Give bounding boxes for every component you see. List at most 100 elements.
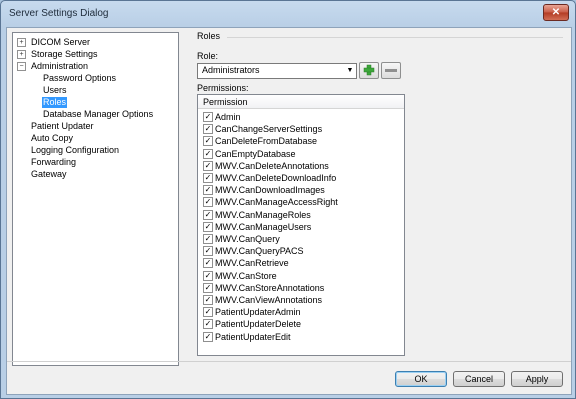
permission-row[interactable]: ✓ MWV.CanViewAnnotations	[198, 294, 404, 306]
cancel-button[interactable]: Cancel	[453, 371, 505, 387]
permission-name: MWV.CanStoreAnnotations	[215, 282, 325, 293]
tree-item-label: Patient Updater	[31, 121, 94, 131]
permission-checkbox[interactable]: ✓	[203, 234, 213, 244]
permission-row[interactable]: ✓ MWV.CanDownloadImages	[198, 184, 404, 196]
permissions-label: Permissions:	[197, 83, 249, 93]
permission-row[interactable]: ✓ MWV.CanManageAccessRight	[198, 196, 404, 208]
permission-row[interactable]: ✓ CanDeleteFromDatabase	[198, 135, 404, 147]
permission-row[interactable]: ✓ MWV.CanStore	[198, 270, 404, 282]
tree-item-dicom-server[interactable]: + DICOM Server	[13, 37, 173, 48]
permission-checkbox[interactable]: ✓	[203, 160, 213, 171]
expand-icon[interactable]: +	[17, 50, 26, 59]
permission-name: MWV.CanManageAccessRight	[215, 197, 338, 208]
permission-row[interactable]: ✓ CanChangeServerSettings	[198, 123, 404, 135]
permission-row[interactable]: ✓ MWV.CanStoreAnnotations	[198, 282, 404, 294]
ok-button[interactable]: OK	[395, 371, 447, 387]
tree-item-patient-updater[interactable]: Patient Updater	[13, 121, 173, 132]
tree-item-logging-configuration[interactable]: Logging Configuration	[13, 145, 173, 156]
permission-row[interactable]: ✓ MWV.CanQuery	[198, 233, 404, 245]
permission-checkbox[interactable]: ✓	[203, 209, 213, 220]
permission-checkbox[interactable]: ✓	[203, 258, 213, 269]
permission-name: CanDeleteFromDatabase	[215, 136, 318, 147]
permission-name: CanChangeServerSettings	[215, 124, 323, 135]
permission-row[interactable]: ✓ MWV.CanManageRoles	[198, 209, 404, 221]
footer-divider	[7, 361, 571, 362]
permission-name: MWV.CanDeleteDownloadInfo	[215, 173, 337, 183]
tree-item-label: Roles	[42, 97, 68, 108]
chevron-down-icon[interactable]: ▼	[344, 64, 356, 78]
tree-item-auto-copy[interactable]: Auto Copy	[13, 133, 173, 144]
tree-item-label: DICOM Server	[31, 37, 91, 47]
tree-item-label: Password Options	[43, 73, 117, 83]
tree-item-label: Auto Copy	[31, 133, 74, 143]
title-bar[interactable]: Server Settings Dialog ✕	[1, 1, 575, 27]
remove-role-button[interactable]	[381, 62, 401, 79]
permission-checkbox[interactable]: ✓	[203, 173, 213, 183]
tree-item-storage-settings[interactable]: + Storage Settings	[13, 49, 173, 60]
permission-checkbox[interactable]: ✓	[203, 331, 213, 342]
tree-item-database-manager-options[interactable]: Database Manager Options	[13, 109, 173, 120]
permission-checkbox[interactable]: ✓	[203, 221, 213, 232]
permission-checkbox[interactable]: ✓	[203, 295, 213, 305]
permission-name: PatientUpdaterEdit	[215, 331, 291, 342]
tree-item-label: Database Manager Options	[43, 109, 154, 119]
permission-row[interactable]: ✓ PatientUpdaterDelete	[198, 318, 404, 330]
permission-name: Admin	[215, 112, 241, 122]
permission-name: PatientUpdaterDelete	[215, 319, 302, 330]
apply-button[interactable]: Apply	[511, 371, 563, 387]
permission-name: MWV.CanStore	[215, 270, 277, 281]
permission-column-header[interactable]: Permission	[198, 95, 404, 109]
permission-checkbox[interactable]: ✓	[203, 246, 213, 257]
tree-item-administration[interactable]: − Administration	[13, 61, 173, 72]
permission-row[interactable]: ✓ CanEmptyDatabase	[198, 148, 404, 160]
permission-checkbox[interactable]: ✓	[203, 185, 213, 196]
tree-item-label: Logging Configuration	[31, 145, 120, 155]
tree-item-gateway[interactable]: Gateway	[13, 169, 173, 180]
permission-row[interactable]: ✓ MWV.CanDeleteDownloadInfo	[198, 172, 404, 184]
section-divider	[227, 37, 563, 38]
tree-item-label: Storage Settings	[31, 49, 98, 59]
permission-checkbox[interactable]: ✓	[203, 319, 213, 330]
permission-name: MWV.CanDeleteAnnotations	[215, 160, 329, 171]
tree-item-password-options[interactable]: Password Options	[13, 73, 173, 84]
permission-checkbox[interactable]: ✓	[203, 307, 213, 318]
permissions-list[interactable]: Permission ✓ Admin ✓ CanChangeServerSetting…	[197, 94, 405, 356]
permission-name: MWV.CanRetrieve	[215, 258, 289, 269]
permission-row[interactable]: ✓ PatientUpdaterAdmin	[198, 306, 404, 318]
dialog-client-area: + DICOM Server + Storage Settings − Admi…	[6, 27, 572, 395]
permission-name: PatientUpdaterAdmin	[215, 307, 301, 318]
permission-row[interactable]: ✓ MWV.CanQueryPACS	[198, 245, 404, 257]
close-button[interactable]: ✕	[543, 4, 569, 21]
permission-checkbox[interactable]: ✓	[203, 270, 213, 281]
permission-checkbox[interactable]: ✓	[203, 136, 213, 147]
permission-checkbox[interactable]: ✓	[203, 124, 213, 135]
role-dropdown-value: Administrators	[202, 65, 260, 75]
tree-item-users[interactable]: Users	[13, 85, 173, 96]
collapse-icon[interactable]: −	[17, 62, 26, 71]
window-title: Server Settings Dialog	[9, 8, 109, 19]
section-title: Roles	[197, 31, 221, 41]
permission-row[interactable]: ✓ MWV.CanDeleteAnnotations	[198, 160, 404, 172]
permission-row[interactable]: ✓ PatientUpdaterEdit	[198, 331, 404, 343]
tree-item-label: Administration	[31, 61, 89, 71]
permission-checkbox[interactable]: ✓	[203, 148, 213, 159]
tree-item-forwarding[interactable]: Forwarding	[13, 157, 173, 168]
permission-name: MWV.CanViewAnnotations	[215, 295, 323, 305]
permission-name: MWV.CanQueryPACS	[215, 246, 304, 257]
permission-checkbox[interactable]: ✓	[203, 282, 213, 293]
permission-checkbox[interactable]: ✓	[203, 112, 213, 122]
tree-item-roles[interactable]: Roles	[13, 97, 173, 108]
permission-header-label: Permission	[203, 97, 248, 107]
expand-icon[interactable]: +	[17, 38, 26, 47]
permission-row[interactable]: ✓ Admin	[198, 111, 404, 123]
settings-tree[interactable]: + DICOM Server + Storage Settings − Admi…	[12, 32, 179, 366]
add-role-button[interactable]	[359, 62, 379, 79]
role-dropdown[interactable]: Administrators ▼	[197, 63, 357, 79]
tree-item-label: Gateway	[31, 169, 67, 179]
permission-checkbox[interactable]: ✓	[203, 197, 213, 208]
permission-name: CanEmptyDatabase	[215, 148, 296, 159]
permission-name: MWV.CanDownloadImages	[215, 185, 325, 196]
permission-row[interactable]: ✓ MWV.CanRetrieve	[198, 257, 404, 269]
permission-row[interactable]: ✓ MWV.CanManageUsers	[198, 221, 404, 233]
server-settings-dialog: Server Settings Dialog ✕ + DICOM Server …	[0, 0, 576, 399]
